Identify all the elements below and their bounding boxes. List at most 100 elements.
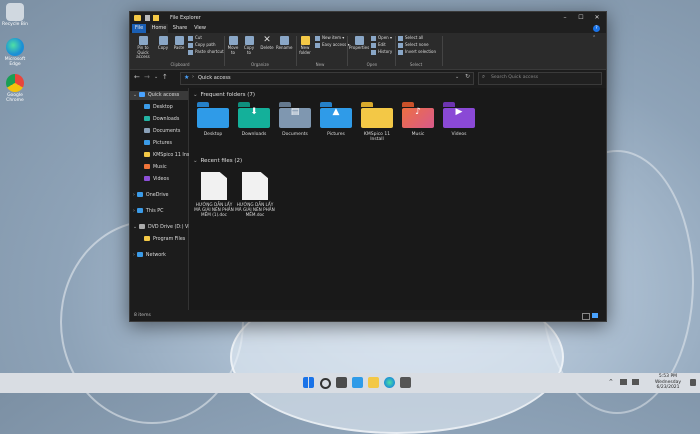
delete-button[interactable]: ✕ Delete	[260, 36, 274, 51]
nav-item-music[interactable]: Music	[144, 163, 167, 172]
nav-item-network[interactable]: › Network	[133, 251, 166, 260]
back-arrow-icon[interactable]: ←	[134, 73, 140, 81]
edit-button[interactable]: Edit	[371, 42, 386, 48]
frequent-folders-header[interactable]: ⌄ Frequent folders (7)	[193, 92, 255, 98]
paste-shortcut-button[interactable]: Paste shortcut	[188, 49, 224, 55]
nav-item-label: Quick access	[148, 93, 180, 98]
star-icon	[139, 92, 146, 97]
search-box[interactable]: ⌕ Search Quick access	[478, 72, 602, 85]
nav-item-pictures[interactable]: Pictures	[144, 139, 172, 148]
recent-files-header[interactable]: ⌄ Recent files (2)	[193, 158, 242, 164]
nav-item-downloads[interactable]: Downloads	[144, 115, 179, 124]
nav-item-desktop[interactable]: Desktop	[144, 103, 173, 112]
recent-locations-icon[interactable]: ⌄	[154, 74, 158, 80]
cut-button[interactable]: Cut	[188, 35, 202, 41]
desktop-icon-chrome[interactable]: Google Chrome	[2, 74, 28, 103]
copy-path-icon	[188, 42, 193, 48]
notification-icon[interactable]	[690, 379, 696, 386]
new-item-button[interactable]: New item ▾	[315, 35, 344, 41]
refresh-icon[interactable]: ↻	[465, 73, 470, 80]
nav-item-documents[interactable]: Documents	[144, 127, 180, 136]
document-icon	[242, 172, 268, 200]
paste-label: Paste	[173, 45, 185, 50]
desktop-icon-edge[interactable]: Microsoft Edge	[2, 38, 28, 67]
address-dropdown-icon[interactable]: ⌄	[455, 74, 459, 80]
address-bar[interactable]: ★ › Quick access ⌄ ↻	[180, 72, 474, 85]
desktop-icon-label: Google Chrome	[6, 93, 24, 103]
chrome-icon	[6, 74, 24, 92]
desktop-icon-recycle-bin[interactable]: Recycle Bin	[2, 3, 28, 27]
desktop-icon-label: Microsoft Edge	[4, 57, 26, 67]
folder-label: Pictures	[327, 132, 345, 137]
chevron-down-icon: ⌄	[193, 158, 198, 164]
help-icon[interactable]: ?	[593, 25, 600, 32]
folder-pictures[interactable]: ▲ Pictures	[318, 102, 354, 137]
pin-to-quick-access-button[interactable]: Pin to Quick access	[132, 36, 154, 60]
forward-arrow-icon[interactable]: →	[144, 73, 150, 81]
easy-access-button[interactable]: Easy access ▾	[315, 42, 349, 48]
nav-item-this-pc[interactable]: › This PC	[133, 207, 164, 216]
large-icons-view-icon[interactable]	[592, 313, 598, 318]
nav-item-onedrive[interactable]: › OneDrive	[133, 191, 168, 200]
rename-label: Rename	[276, 45, 293, 50]
star-icon: ★	[184, 74, 190, 81]
minimize-button[interactable]: –	[558, 12, 572, 24]
rename-icon	[279, 36, 289, 45]
new-folder-button[interactable]: New folder	[298, 36, 312, 55]
pictures-icon	[144, 140, 150, 145]
history-button[interactable]: History	[371, 49, 392, 55]
up-arrow-icon[interactable]: ↑	[162, 73, 168, 81]
maximize-button[interactable]: ☐	[574, 12, 588, 24]
quick-access-toolbar-icon[interactable]	[153, 15, 159, 21]
tab-share[interactable]: Share	[172, 24, 188, 33]
file-explorer-taskbar-icon[interactable]	[368, 377, 379, 388]
invert-selection-button[interactable]: Invert selection	[398, 49, 436, 55]
folder-music[interactable]: ♪ Music	[400, 102, 436, 137]
nav-item-dvd-drive[interactable]: ⌄ DVD Drive (D:) VMw	[133, 223, 196, 232]
tab-view[interactable]: View	[192, 24, 208, 33]
copy-button[interactable]: Copy	[157, 36, 169, 51]
nav-item-videos[interactable]: Videos	[144, 175, 169, 184]
folder-documents[interactable]: ▤ Documents	[277, 102, 313, 137]
new-folder-icon	[300, 36, 310, 45]
copy-path-button[interactable]: Copy path	[188, 42, 216, 48]
nav-item-quick-access[interactable]: ⌄ Quick access	[130, 91, 188, 100]
copy-to-button[interactable]: Copy to	[243, 36, 255, 55]
recent-file[interactable]: HƯỚNG DẪN LẤY MÃ GIẢI NÉN PHẦN MỀM (1).d…	[194, 172, 234, 217]
folder-icon	[144, 152, 150, 157]
move-to-button[interactable]: Move to	[227, 36, 239, 55]
folder-desktop[interactable]: Desktop	[195, 102, 231, 137]
start-icon[interactable]	[303, 377, 314, 388]
network-tray-icon[interactable]	[620, 379, 627, 385]
paste-button[interactable]: Paste	[172, 36, 186, 51]
search-icon[interactable]	[320, 378, 331, 389]
onedrive-icon	[136, 192, 143, 197]
close-button[interactable]: ✕	[590, 12, 604, 24]
tab-home[interactable]: Home	[150, 24, 168, 33]
collapse-ribbon-icon[interactable]: ⌃	[592, 35, 596, 41]
select-none-button[interactable]: Select none	[398, 42, 429, 48]
folder-label: Desktop	[203, 132, 223, 137]
quick-access-toolbar-icon[interactable]	[145, 15, 150, 21]
status-bar: 8 items	[130, 310, 606, 321]
select-all-button[interactable]: Select all	[398, 35, 423, 41]
open-button[interactable]: Open ▾	[371, 35, 392, 41]
edge-icon[interactable]	[384, 377, 395, 388]
tray-chevron-icon[interactable]: ⌃	[608, 378, 614, 386]
folder-downloads[interactable]: ⬇ Downloads	[236, 102, 272, 137]
widgets-icon[interactable]	[352, 377, 363, 388]
task-view-icon[interactable]	[336, 377, 347, 388]
folder-kmspico[interactable]: KMSpico 11 Install	[359, 102, 395, 142]
folder-videos[interactable]: ▶ Videos	[441, 102, 477, 137]
rename-button[interactable]: Rename	[276, 36, 292, 51]
tab-file[interactable]: File	[132, 24, 146, 33]
downloads-icon	[144, 116, 150, 121]
properties-button[interactable]: Properties	[349, 36, 369, 51]
nav-item-program-files[interactable]: Program Files	[144, 235, 185, 244]
volume-tray-icon[interactable]	[632, 379, 639, 385]
recent-file[interactable]: HƯỚNG DẪN LẤY MÃ GIẢI NÉN PHẦN MỀM.doc	[235, 172, 275, 217]
clock[interactable]: 5:53 PM Wednesday 6/23/2021	[648, 374, 688, 391]
details-view-icon[interactable]	[582, 313, 590, 320]
store-icon[interactable]	[400, 377, 411, 388]
folder-label: Documents	[282, 132, 308, 137]
